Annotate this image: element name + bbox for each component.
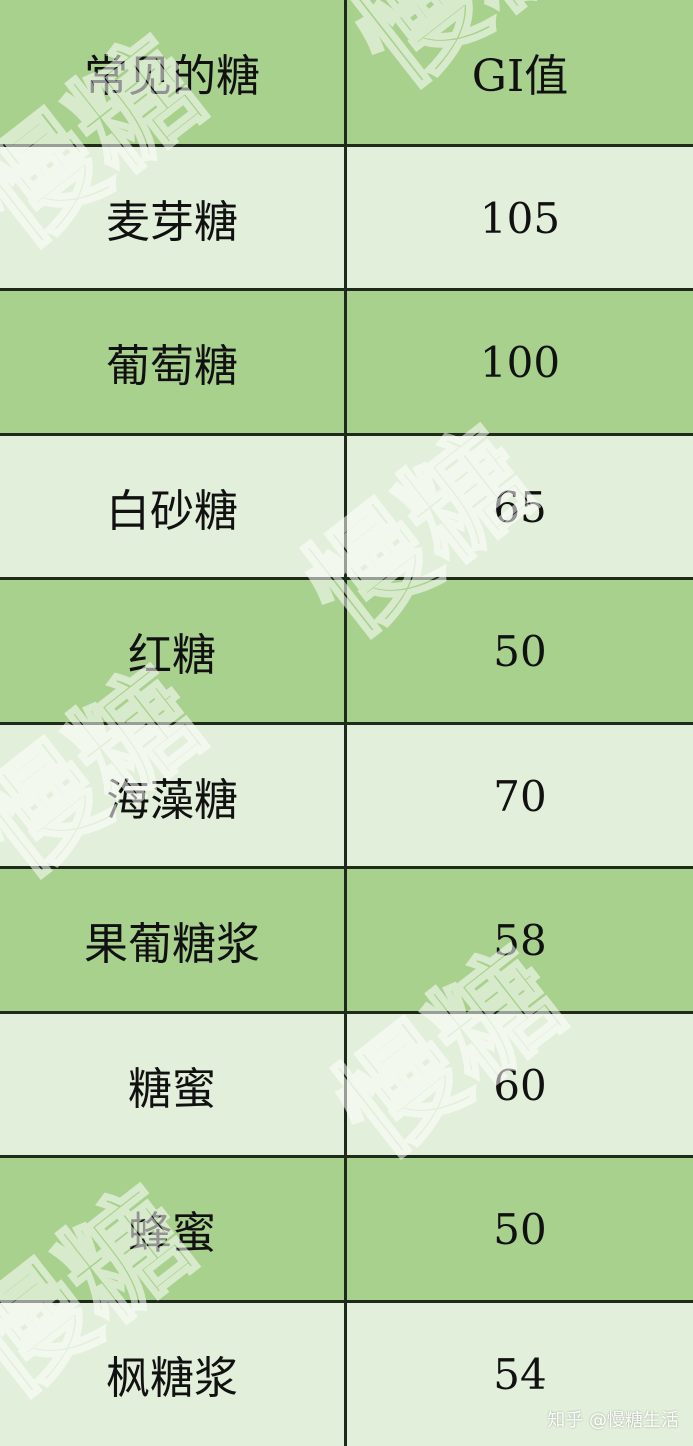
table-row: 果葡糖浆 58: [0, 868, 693, 1012]
row-divider: [0, 433, 693, 436]
sugar-name: 糖蜜: [0, 1013, 347, 1157]
sugar-name: 蜂蜜: [0, 1157, 347, 1301]
gi-value: 65: [347, 435, 693, 579]
gi-value: 50: [347, 579, 693, 723]
header-gi-value: GI值: [347, 0, 693, 144]
gi-value: 58: [347, 868, 693, 1012]
sugar-name: 海藻糖: [0, 724, 347, 868]
table-row: 海藻糖 70: [0, 724, 693, 868]
sugar-name: 麦芽糖: [0, 146, 347, 290]
gi-value: 70: [347, 724, 693, 868]
table-row: 红糖 50: [0, 579, 693, 723]
gi-table: 常见的糖 GI值 麦芽糖 105 葡萄糖 100 白砂糖 65 红糖 50 海藻…: [0, 0, 693, 1446]
row-divider: [0, 722, 693, 725]
sugar-name: 红糖: [0, 579, 347, 723]
sugar-name: 枫糖浆: [0, 1302, 347, 1446]
gi-value: 105: [347, 146, 693, 290]
sugar-name: 葡萄糖: [0, 290, 347, 434]
row-divider: [0, 866, 693, 869]
row-divider: [0, 1011, 693, 1014]
gi-value: 100: [347, 290, 693, 434]
table-row: 葡萄糖 100: [0, 290, 693, 434]
table-header-row: 常见的糖 GI值: [0, 0, 693, 144]
row-divider: [0, 1300, 693, 1303]
row-divider: [0, 144, 693, 147]
row-divider: [0, 1155, 693, 1158]
table-row: 麦芽糖 105: [0, 146, 693, 290]
attribution-watermark: 知乎 @慢糖生活: [547, 1410, 679, 1431]
sugar-name: 白砂糖: [0, 435, 347, 579]
table-row: 白砂糖 65: [0, 435, 693, 579]
table-row: 蜂蜜 50: [0, 1157, 693, 1301]
sugar-name: 果葡糖浆: [0, 868, 347, 1012]
table-row: 糖蜜 60: [0, 1013, 693, 1157]
row-divider: [0, 288, 693, 291]
gi-value: 50: [347, 1157, 693, 1301]
header-sugar-name: 常见的糖: [0, 0, 347, 144]
row-divider: [0, 577, 693, 580]
gi-value: 60: [347, 1013, 693, 1157]
